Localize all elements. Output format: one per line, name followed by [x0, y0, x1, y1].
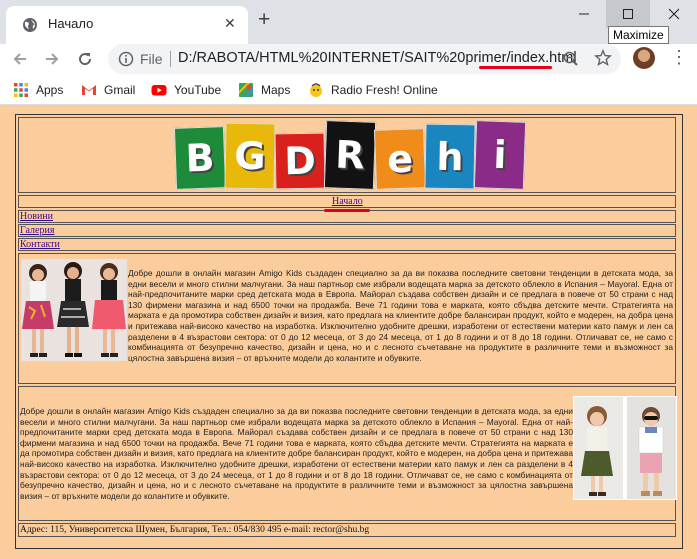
section-2-text: Добре дошли в онлайн магазин Amigo Kids …: [20, 406, 573, 501]
close-icon: [668, 8, 680, 20]
site-logo: BGDRehi: [173, 120, 527, 191]
close-tab-icon[interactable]: ✕: [224, 15, 236, 32]
bookmark-youtube[interactable]: YouTube: [151, 82, 221, 98]
logo-tile: e: [373, 128, 427, 190]
reload-button[interactable]: [73, 47, 97, 71]
maximize-button[interactable]: [606, 0, 650, 28]
maps-icon: [239, 83, 253, 97]
logo-letter: B: [184, 135, 216, 181]
annotation-underline-url: [479, 66, 552, 69]
logo-letter: h: [436, 134, 464, 179]
bookmark-label: Maps: [261, 83, 291, 97]
forward-button[interactable]: [40, 47, 64, 71]
info-icon[interactable]: [118, 51, 134, 67]
logo-letter: i: [492, 132, 508, 178]
maximize-icon: [623, 9, 633, 19]
address-url[interactable]: D:/RABOTA/HTML%20INTERNET/SAIT%20primer/…: [178, 50, 577, 66]
minimize-button[interactable]: [562, 0, 606, 28]
annotation-underline-home: [324, 209, 370, 212]
kids-fashion-photo-2: [573, 396, 677, 500]
nav-cell-contacts: Контакти: [18, 238, 676, 251]
logo-tile: B: [173, 126, 227, 190]
nav-cell-gallery: Галерия: [18, 224, 676, 237]
content-section-2: Добре дошли в онлайн магазин Amigo Kids …: [18, 386, 677, 521]
browser-tab[interactable]: Начало ✕: [6, 6, 248, 44]
bookmark-star-icon[interactable]: [594, 49, 612, 67]
logo-letter: D: [283, 138, 317, 184]
bookmark-label: Radio Fresh! Online: [331, 83, 438, 97]
new-tab-button[interactable]: +: [258, 9, 270, 31]
nav-link-news[interactable]: Новини: [20, 211, 53, 222]
bookmark-maps[interactable]: Maps: [238, 82, 290, 98]
section-1-text: Добре дошли в онлайн магазин Amigo Kids …: [128, 268, 673, 363]
nav-link-home[interactable]: Начало: [332, 196, 363, 207]
tab-strip: Начало ✕ +: [0, 0, 697, 44]
arrow-right-icon: [46, 53, 59, 65]
logo-cell: BGDRehi: [18, 117, 676, 193]
youtube-icon: [151, 85, 167, 96]
web-page: BGDRehi Начало Новини Галерия Контакти Д…: [0, 105, 697, 559]
nav-link-contacts[interactable]: Контакти: [20, 239, 60, 250]
bookmark-radio-fresh[interactable]: Radio Fresh! Online: [308, 82, 438, 98]
layout-table: BGDRehi Начало Новини Галерия Контакти Д…: [15, 114, 683, 549]
profile-avatar[interactable]: [633, 47, 655, 69]
address-divider: [170, 51, 171, 67]
logo-tile: h: [424, 123, 476, 190]
gmail-icon: [82, 85, 96, 95]
minimize-icon: [579, 13, 589, 15]
bookmark-label: YouTube: [174, 83, 222, 97]
logo-letter: e: [386, 136, 414, 182]
logo-tile: D: [274, 132, 326, 190]
apps-grid-icon: [14, 83, 28, 97]
kids-fashion-photo-1: [21, 259, 127, 361]
footer-cell: Адрес: 115, Университетска Шумен, Българ…: [18, 523, 676, 537]
content-section-1: Добре дошли в онлайн магазин Amigo Kids …: [18, 253, 676, 384]
logo-tile: R: [323, 120, 377, 190]
home-nav-cell: Начало: [18, 195, 676, 208]
menu-kebab-icon[interactable]: ⋮: [670, 48, 688, 66]
radio-icon: [310, 83, 322, 97]
logo-letter: R: [334, 132, 366, 178]
logo-tile: G: [224, 122, 276, 190]
tab-title: Начало: [48, 16, 94, 31]
browser-toolbar: File D:/RABOTA/HTML%20INTERNET/SAIT%20pr…: [0, 44, 697, 77]
bookmark-gmail[interactable]: Gmail: [81, 82, 135, 98]
maximize-tooltip: Maximize: [608, 26, 669, 44]
bookmarks-bar: Apps Gmail YouTube Maps Radio Fresh! Onl…: [0, 77, 697, 105]
address-bar[interactable]: File D:/RABOTA/HTML%20INTERNET/SAIT%20pr…: [108, 44, 621, 74]
close-window-button[interactable]: [652, 0, 696, 28]
zoom-out-icon[interactable]: [562, 50, 580, 68]
reload-icon: [79, 53, 92, 66]
bookmark-label: Apps: [36, 83, 64, 97]
nav-link-gallery[interactable]: Галерия: [20, 225, 54, 236]
logo-tile: i: [473, 120, 527, 190]
scheme-label: File: [140, 51, 163, 67]
logo-letter: G: [234, 133, 266, 179]
back-button[interactable]: [8, 47, 32, 71]
arrow-left-icon: [13, 53, 26, 65]
bookmark-label: Gmail: [104, 83, 136, 97]
globe-icon: [23, 18, 37, 32]
bookmark-apps[interactable]: Apps: [13, 82, 63, 98]
footer-address: Адрес: 115, Университетска Шумен, Българ…: [20, 525, 370, 535]
